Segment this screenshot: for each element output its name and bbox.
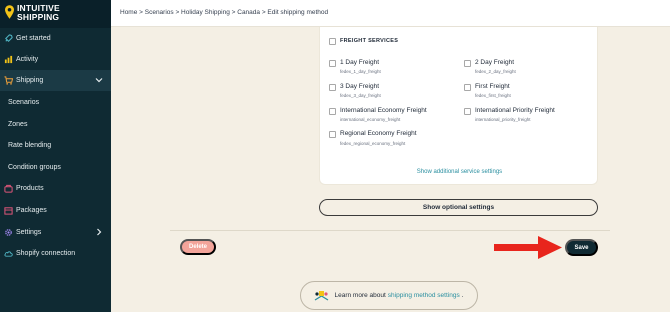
sidebar-item-label: Settings: [16, 229, 42, 236]
service-code: fedex_regional_economy_freight: [340, 141, 406, 146]
cart-icon: [3, 76, 13, 86]
service-label: International Economy Freight: [340, 107, 427, 114]
gear-icon: [3, 228, 13, 238]
service-code: international_economy_freight: [340, 117, 401, 122]
sidebar-item-label: Shopify connection: [16, 250, 76, 257]
sidebar-item-activity[interactable]: Activity: [0, 49, 111, 70]
products-icon: [3, 184, 13, 194]
sidebar-item-label: Shipping: [16, 77, 44, 84]
service-checkbox[interactable]: [329, 60, 336, 67]
service-label: Regional Economy Freight: [340, 130, 417, 137]
sidebar-item-zones[interactable]: Zones: [0, 114, 111, 135]
sidebar-item-get-started[interactable]: Get started: [0, 28, 111, 49]
shipping-method-settings-link[interactable]: shipping method settings: [388, 292, 460, 299]
sidebar-item-products[interactable]: Products: [0, 178, 111, 199]
logo-line-2: SHIPPING: [17, 12, 60, 22]
service-checkbox[interactable]: [464, 84, 471, 91]
chevron-down-icon[interactable]: [95, 76, 103, 84]
rocket-icon: [3, 34, 13, 44]
freight-services-checkbox[interactable]: [329, 38, 336, 45]
sidebar-item-rate-blending[interactable]: Rate blending: [0, 135, 111, 156]
sidebar-item-label: Rate blending: [8, 142, 52, 149]
sidebar-item-packages[interactable]: Packages: [0, 200, 111, 221]
service-code: international_priority_freight: [475, 117, 531, 122]
save-button[interactable]: Save: [565, 239, 598, 256]
service-code: fedex_3_day_freight: [340, 93, 381, 98]
sidebar-item-label: Zones: [8, 121, 28, 128]
service-checkbox[interactable]: [329, 108, 336, 115]
sidebar-item-label: Condition groups: [8, 164, 61, 171]
section-title: FREIGHT SERVICES: [340, 38, 399, 44]
service-checkbox[interactable]: [329, 131, 336, 138]
breadcrumb[interactable]: Home > Scenarios > Holiday Shipping > Ca…: [120, 9, 328, 16]
learn-more-banner: Learn more about shipping method setting…: [300, 281, 478, 310]
topbar: Home > Scenarios > Holiday Shipping > Ca…: [111, 0, 670, 27]
sidebar-item-shopify-connection[interactable]: Shopify connection: [0, 243, 111, 264]
logo-text: INTUITIVE SHIPPING: [17, 4, 60, 22]
sidebar-item-label: Activity: [16, 56, 39, 63]
sidebar: INTUITIVE SHIPPING Get started Activity …: [0, 0, 111, 312]
delete-button[interactable]: Delete: [180, 239, 216, 255]
logo[interactable]: INTUITIVE SHIPPING: [0, 0, 111, 28]
show-additional-service-settings-link[interactable]: Show additional service settings: [320, 169, 599, 175]
learn-more-text: Learn more about: [334, 292, 386, 299]
chevron-right-icon[interactable]: [95, 228, 103, 236]
service-checkbox[interactable]: [329, 84, 336, 91]
service-label: First Freight: [475, 83, 510, 90]
sidebar-item-label: Get started: [16, 35, 51, 42]
service-label: 1 Day Freight: [340, 59, 380, 66]
package-icon: [3, 206, 13, 216]
service-checkbox[interactable]: [464, 108, 471, 115]
arrow-right-icon: [494, 236, 562, 259]
show-optional-settings-button[interactable]: Show optional settings: [319, 199, 598, 216]
learn-more-suffix: .: [461, 292, 464, 299]
sidebar-item-settings[interactable]: Settings: [0, 222, 111, 243]
learn-illustration-icon: [315, 290, 329, 301]
service-label: International Priority Freight: [475, 107, 555, 114]
service-checkbox[interactable]: [464, 60, 471, 67]
sidebar-item-scenarios[interactable]: Scenarios: [0, 92, 111, 113]
sidebar-item-label: Products: [16, 185, 44, 192]
sidebar-item-shipping[interactable]: Shipping: [0, 70, 111, 91]
divider: [170, 230, 610, 231]
service-label: 3 Day Freight: [340, 83, 380, 90]
sidebar-item-condition-groups[interactable]: Condition groups: [0, 157, 111, 178]
service-code: fedex_2_day_freight: [475, 69, 516, 74]
service-code: fedex_first_freight: [475, 93, 511, 98]
sidebar-item-label: Scenarios: [8, 99, 40, 106]
freight-services-card: FREIGHT SERVICES 1 Day Freight fedex_1_d…: [319, 27, 598, 185]
activity-icon: [3, 55, 13, 65]
cloud-icon: [3, 249, 13, 259]
location-pin-icon: [5, 5, 14, 19]
sidebar-item-label: Packages: [16, 207, 47, 214]
service-code: fedex_1_day_freight: [340, 69, 381, 74]
service-label: 2 Day Freight: [475, 59, 515, 66]
